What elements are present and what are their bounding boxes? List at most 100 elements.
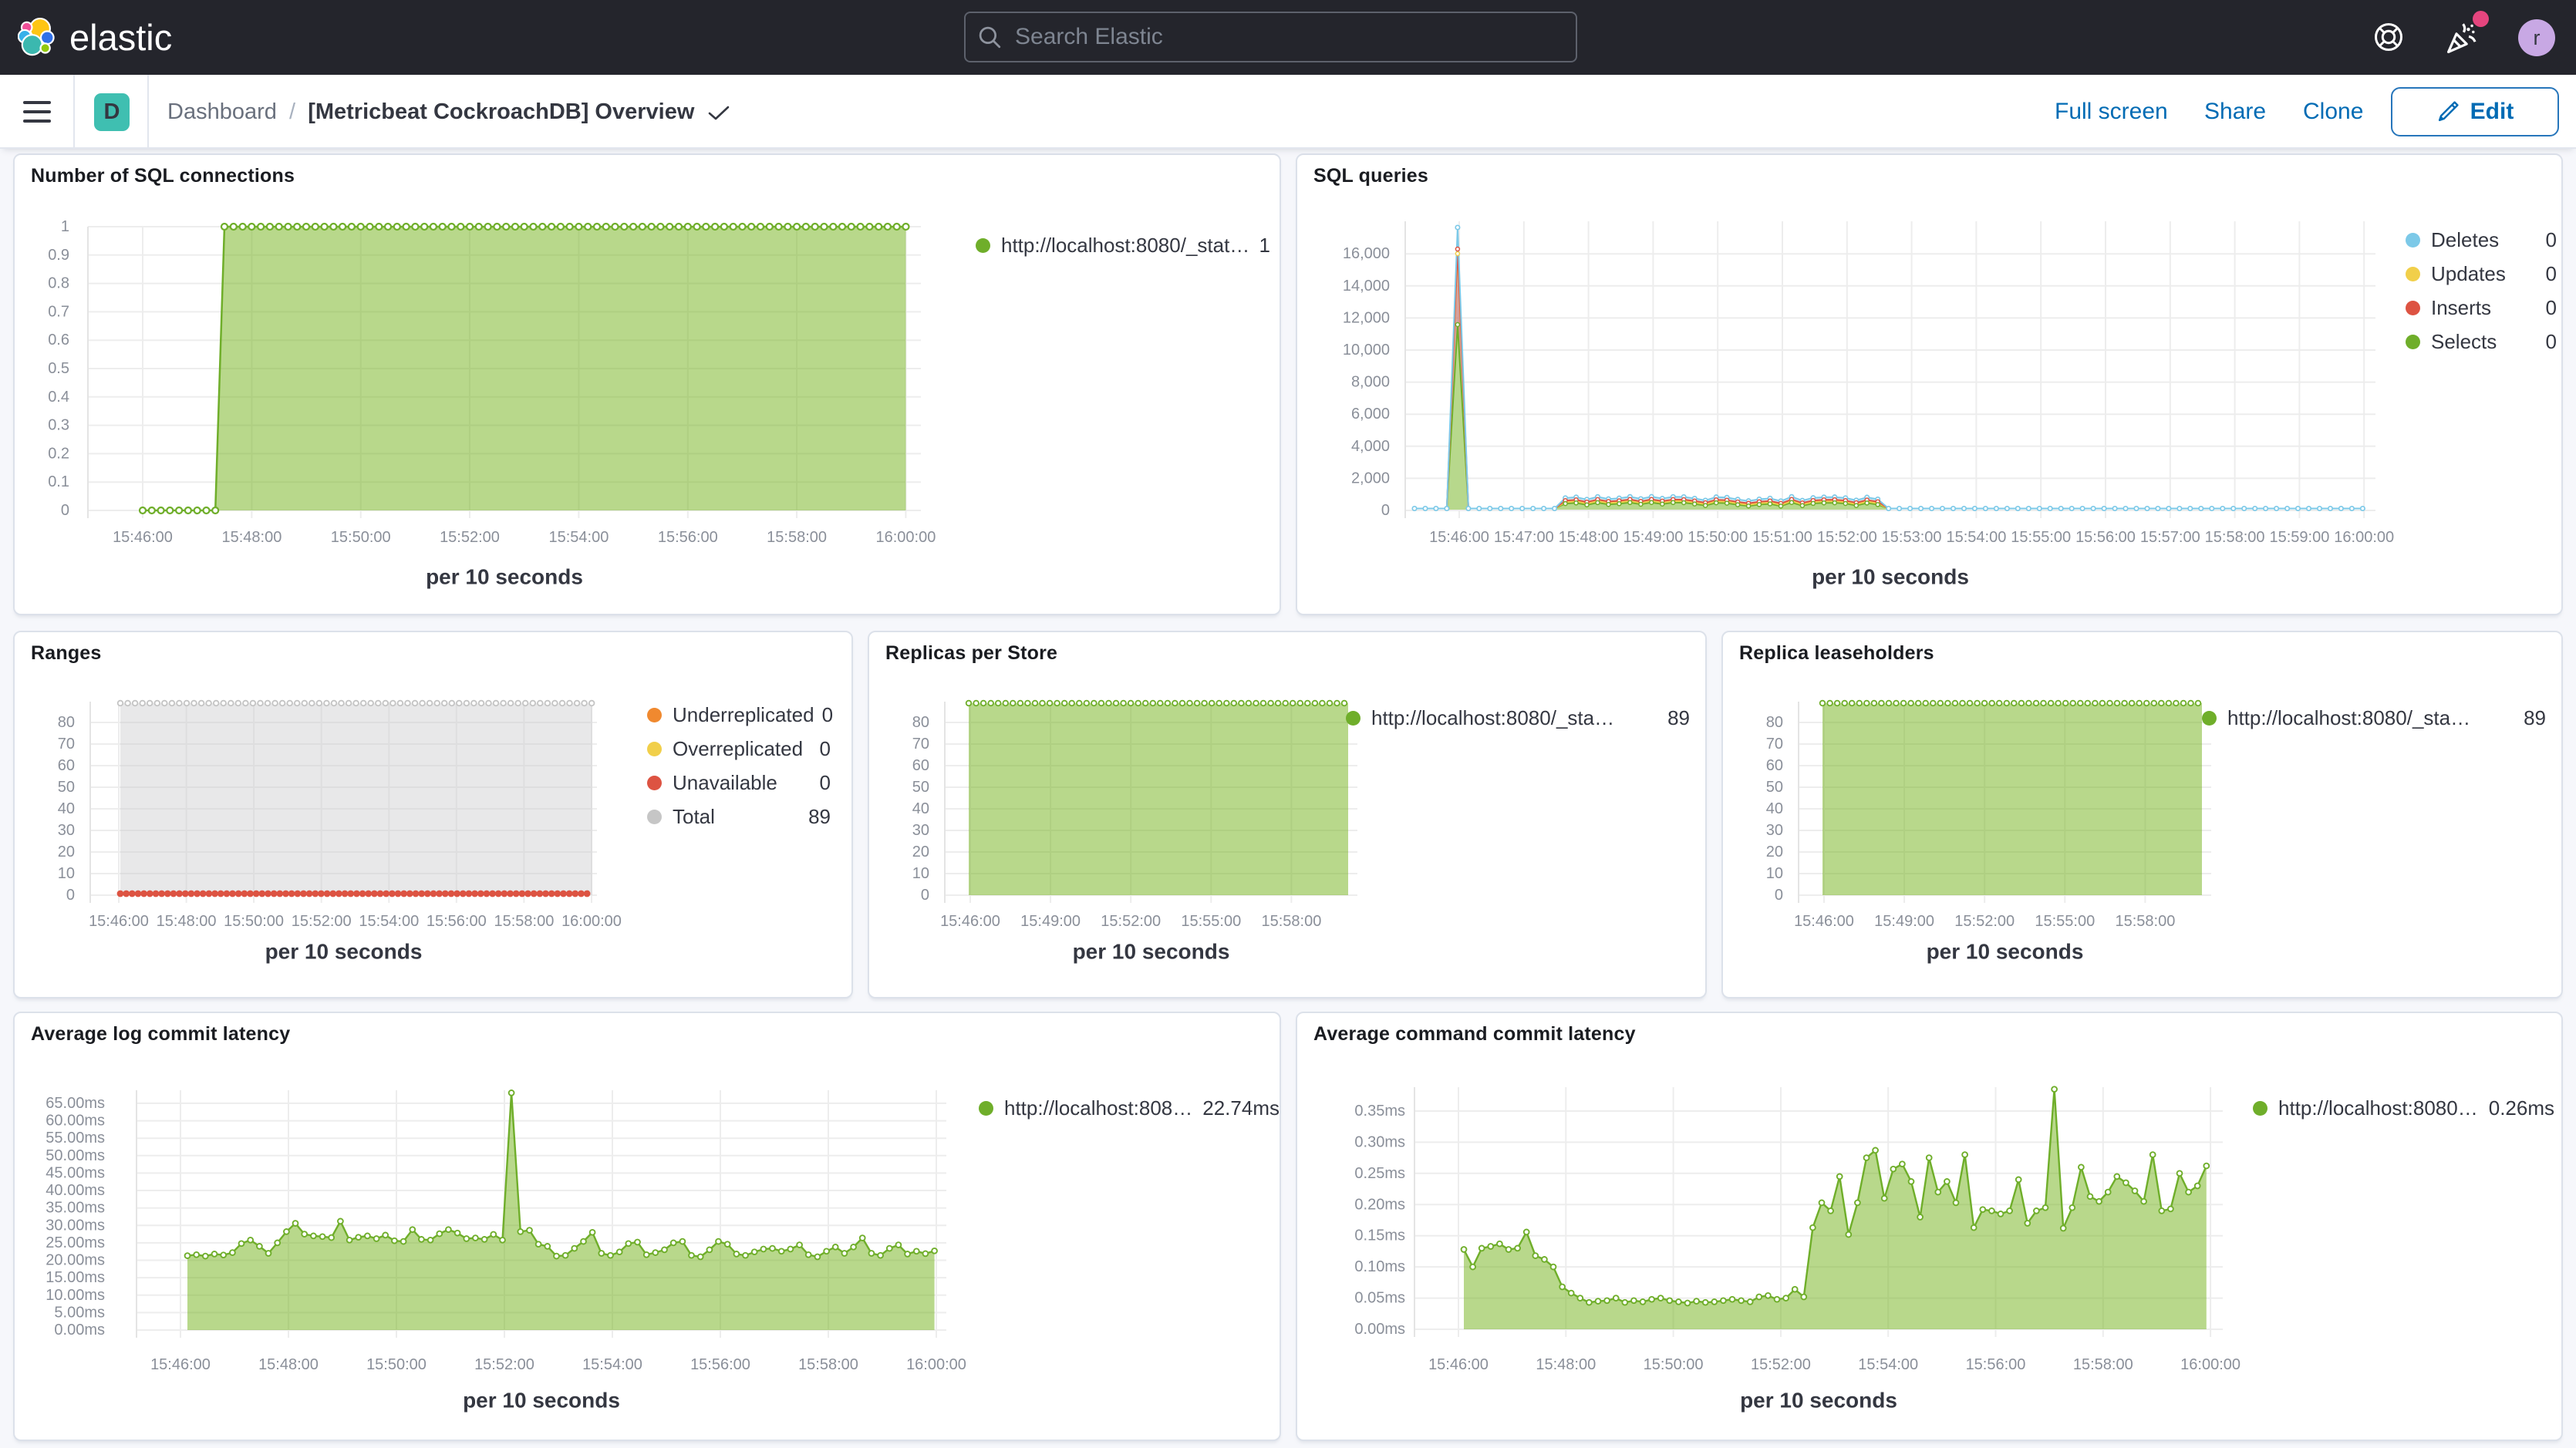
svg-text:10: 10 — [912, 865, 929, 882]
svg-text:40: 40 — [912, 800, 929, 817]
svg-text:15:52:00: 15:52:00 — [1751, 1356, 1811, 1373]
svg-text:15:50:00: 15:50:00 — [366, 1356, 427, 1373]
svg-text:30: 30 — [58, 822, 75, 839]
svg-text:15:58:00: 15:58:00 — [2073, 1356, 2133, 1373]
svg-text:per 10 seconds: per 10 seconds — [1740, 1389, 1897, 1413]
svg-text:15:55:00: 15:55:00 — [2011, 529, 2071, 546]
svg-text:0.3: 0.3 — [48, 417, 69, 434]
svg-text:0.05ms: 0.05ms — [1354, 1290, 1405, 1307]
svg-text:15:52:00: 15:52:00 — [1954, 913, 2015, 930]
svg-text:15:48:00: 15:48:00 — [221, 529, 282, 546]
svg-text:15:48:00: 15:48:00 — [258, 1356, 319, 1373]
svg-text:15:47:00: 15:47:00 — [1494, 529, 1554, 546]
svg-text:15:58:00: 15:58:00 — [494, 913, 554, 930]
svg-text:15:58:00: 15:58:00 — [2205, 529, 2265, 546]
svg-text:16,000: 16,000 — [1343, 245, 1390, 262]
svg-text:15:50:00: 15:50:00 — [224, 913, 284, 930]
svg-text:60.00ms: 60.00ms — [46, 1113, 105, 1130]
svg-text:0.30ms: 0.30ms — [1354, 1133, 1405, 1150]
svg-text:10,000: 10,000 — [1343, 342, 1390, 359]
svg-text:15:48:00: 15:48:00 — [157, 913, 217, 930]
svg-text:15:46:00: 15:46:00 — [150, 1356, 211, 1373]
svg-text:15:50:00: 15:50:00 — [1644, 1356, 1704, 1373]
svg-text:0.15ms: 0.15ms — [1354, 1227, 1405, 1244]
svg-text:15:58:00: 15:58:00 — [767, 529, 827, 546]
svg-text:16:00:00: 16:00:00 — [561, 913, 622, 930]
svg-text:16:00:00: 16:00:00 — [2334, 529, 2394, 546]
svg-text:0.7: 0.7 — [48, 303, 69, 320]
svg-text:0.4: 0.4 — [48, 389, 69, 406]
svg-text:1: 1 — [61, 218, 69, 235]
svg-text:80: 80 — [1766, 714, 1783, 731]
svg-text:15:56:00: 15:56:00 — [427, 913, 487, 930]
svg-text:60: 60 — [1766, 757, 1783, 774]
svg-text:0.6: 0.6 — [48, 332, 69, 349]
svg-text:16:00:00: 16:00:00 — [906, 1356, 966, 1373]
svg-text:10: 10 — [58, 865, 75, 882]
svg-text:15:58:00: 15:58:00 — [798, 1356, 858, 1373]
svg-text:15.00ms: 15.00ms — [46, 1269, 105, 1286]
svg-text:15:52:00: 15:52:00 — [474, 1356, 534, 1373]
svg-text:70: 70 — [912, 736, 929, 753]
svg-text:15:52:00: 15:52:00 — [1817, 529, 1877, 546]
svg-text:50.00ms: 50.00ms — [46, 1147, 105, 1164]
svg-text:15:55:00: 15:55:00 — [1181, 913, 1241, 930]
svg-text:20: 20 — [912, 844, 929, 860]
svg-text:40: 40 — [58, 800, 75, 817]
svg-text:0.2: 0.2 — [48, 445, 69, 462]
svg-text:15:52:00: 15:52:00 — [440, 529, 500, 546]
svg-text:0: 0 — [66, 887, 75, 904]
svg-text:15:54:00: 15:54:00 — [548, 529, 609, 546]
svg-text:15:52:00: 15:52:00 — [292, 913, 352, 930]
svg-text:15:48:00: 15:48:00 — [1559, 529, 1619, 546]
svg-text:per 10 seconds: per 10 seconds — [426, 565, 583, 589]
svg-text:30.00ms: 30.00ms — [46, 1217, 105, 1234]
svg-text:20.00ms: 20.00ms — [46, 1252, 105, 1269]
svg-text:per 10 seconds: per 10 seconds — [1812, 565, 1969, 589]
svg-text:15:46:00: 15:46:00 — [89, 913, 149, 930]
svg-text:0: 0 — [61, 502, 69, 519]
svg-text:8,000: 8,000 — [1351, 374, 1390, 391]
svg-text:15:46:00: 15:46:00 — [1428, 1356, 1489, 1373]
svg-text:20: 20 — [58, 844, 75, 860]
svg-text:10: 10 — [1766, 865, 1783, 882]
svg-text:30: 30 — [1766, 822, 1783, 839]
svg-text:65.00ms: 65.00ms — [46, 1095, 105, 1112]
svg-text:25.00ms: 25.00ms — [46, 1234, 105, 1251]
svg-text:15:54:00: 15:54:00 — [359, 913, 419, 930]
svg-text:15:53:00: 15:53:00 — [1882, 529, 1942, 546]
svg-text:0.35ms: 0.35ms — [1354, 1103, 1405, 1120]
svg-text:per 10 seconds: per 10 seconds — [265, 940, 423, 964]
svg-text:0.5: 0.5 — [48, 360, 69, 377]
svg-text:20: 20 — [1766, 844, 1783, 860]
svg-text:15:50:00: 15:50:00 — [331, 529, 391, 546]
svg-text:15:58:00: 15:58:00 — [2115, 913, 2175, 930]
svg-text:0.10ms: 0.10ms — [1354, 1258, 1405, 1275]
svg-text:15:56:00: 15:56:00 — [1966, 1356, 2026, 1373]
svg-text:0.25ms: 0.25ms — [1354, 1165, 1405, 1182]
svg-text:45.00ms: 45.00ms — [46, 1164, 105, 1181]
svg-text:80: 80 — [58, 714, 75, 731]
svg-text:15:46:00: 15:46:00 — [940, 913, 1000, 930]
svg-text:15:50:00: 15:50:00 — [1688, 529, 1748, 546]
svg-text:15:49:00: 15:49:00 — [1020, 913, 1081, 930]
svg-text:15:58:00: 15:58:00 — [1261, 913, 1321, 930]
svg-text:per 10 seconds: per 10 seconds — [1073, 940, 1230, 964]
svg-text:15:54:00: 15:54:00 — [582, 1356, 642, 1373]
svg-text:per 10 seconds: per 10 seconds — [463, 1389, 620, 1413]
svg-text:15:51:00: 15:51:00 — [1752, 529, 1812, 546]
svg-text:6,000: 6,000 — [1351, 406, 1390, 423]
svg-text:60: 60 — [58, 757, 75, 774]
svg-text:15:49:00: 15:49:00 — [1623, 529, 1683, 546]
svg-text:4,000: 4,000 — [1351, 438, 1390, 455]
svg-text:15:49:00: 15:49:00 — [1874, 913, 1934, 930]
svg-text:15:52:00: 15:52:00 — [1101, 913, 1161, 930]
svg-text:15:57:00: 15:57:00 — [2140, 529, 2200, 546]
svg-text:16:00:00: 16:00:00 — [875, 529, 936, 546]
svg-text:16:00:00: 16:00:00 — [2180, 1356, 2241, 1373]
svg-text:12,000: 12,000 — [1343, 309, 1390, 326]
svg-text:55.00ms: 55.00ms — [46, 1130, 105, 1147]
svg-text:per 10 seconds: per 10 seconds — [1927, 940, 2084, 964]
svg-text:60: 60 — [912, 757, 929, 774]
svg-text:15:46:00: 15:46:00 — [1794, 913, 1854, 930]
